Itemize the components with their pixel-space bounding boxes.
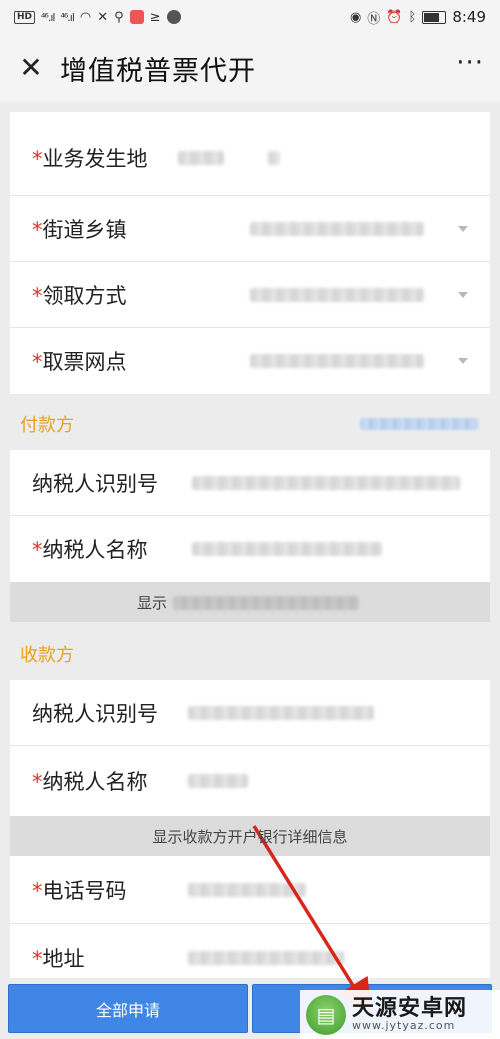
business-location-value	[178, 150, 224, 165]
payer-expand-blurred-text	[173, 596, 359, 610]
search-icon: ⚲	[114, 9, 124, 25]
pickup-point-placeholder	[250, 354, 424, 368]
payee-name-value	[188, 774, 248, 788]
business-location-row[interactable]: *业务发生地	[10, 120, 490, 196]
payer-name-row[interactable]: *纳税人名称	[10, 516, 490, 582]
signal-icon: ⁴⁶.ıl	[41, 10, 55, 24]
apply-all-button[interactable]: 全部申请	[8, 984, 248, 1033]
status-left: HD ⁴⁶.ıl ⁴⁶.ıl ◠ ✕ ⚲ ≥	[14, 10, 181, 25]
payee-expand-bank-button[interactable]: 显示收款方开户银行详细信息	[10, 816, 490, 856]
battery-icon	[422, 10, 447, 24]
payer-select-link[interactable]	[360, 418, 478, 430]
field-label: 纳税人识别号	[32, 701, 158, 726]
hd-badge: HD	[14, 10, 36, 24]
location-card: *业务发生地 *街道乡镇 *领取方式 *取票网点	[10, 112, 490, 394]
payee-card: 纳税人识别号 *纳税人名称 显示收款方开户银行详细信息 *电话号码 *地址	[10, 680, 490, 992]
payer-section-title: 付款方	[20, 415, 74, 436]
field-label: *纳税人名称	[32, 538, 148, 562]
missed-call-icon: ✕	[97, 9, 109, 25]
app-screen: HD ⁴⁶.ıl ⁴⁶.ıl ◠ ✕ ⚲ ≥ ◉ Ⓝ ⏰ ᛒ 8:49 ✕ 增值…	[0, 0, 500, 1039]
payer-name-input[interactable]	[192, 542, 382, 556]
payee-section-header: 收款方	[10, 628, 490, 680]
more-icon[interactable]: ···	[456, 48, 484, 88]
title-bar: ✕ 增值税普票代开 ···	[0, 34, 500, 102]
eye-icon: ◉	[349, 9, 362, 25]
bluetooth-icon: ᛒ	[408, 9, 417, 25]
caret-down-icon	[458, 225, 468, 232]
phone-value	[188, 882, 306, 897]
signal-icon-2: ⁴⁶.ıl	[60, 10, 74, 24]
caret-down-icon	[458, 291, 468, 298]
android-logo-icon: ▤	[306, 994, 346, 1035]
arrow-notification-icon: ≥	[149, 9, 161, 25]
payer-taxid-input[interactable]	[192, 475, 460, 490]
nfc-icon: Ⓝ	[367, 11, 381, 27]
form-content: *业务发生地 *街道乡镇 *领取方式 *取票网点 付款方 纳税人识别号 *纳税人…	[10, 112, 490, 992]
payee-taxid-row[interactable]: 纳税人识别号	[10, 680, 490, 746]
field-label: *领取方式	[32, 283, 127, 308]
street-town-row[interactable]: *街道乡镇	[10, 196, 490, 262]
pickup-method-placeholder	[250, 287, 424, 302]
close-icon[interactable]: ✕	[16, 53, 46, 83]
watermark-name: 天源安卓网	[352, 996, 468, 1022]
site-watermark: ▤ 天源安卓网 www.jytyaz.com	[300, 990, 500, 1039]
caret-down-icon	[458, 358, 468, 364]
field-label: *电话号码	[32, 878, 127, 903]
field-label: 纳税人识别号	[32, 471, 158, 496]
payee-section-title: 收款方	[20, 645, 74, 666]
business-location-value-2	[268, 150, 280, 165]
field-label: *业务发生地	[32, 146, 148, 171]
payee-name-row[interactable]: *纳税人名称	[10, 746, 490, 816]
pickup-point-row[interactable]: *取票网点	[10, 328, 490, 394]
page-title: 增值税普票代开	[60, 55, 256, 87]
field-label: *纳税人名称	[32, 770, 148, 794]
watermark-text: 天源安卓网 www.jytyaz.com	[352, 997, 467, 1032]
field-label: *地址	[32, 946, 85, 971]
field-label: *街道乡镇	[32, 217, 127, 242]
media-notification-icon	[166, 10, 181, 24]
phone-row[interactable]: *电话号码	[10, 856, 490, 924]
clock: 8:49	[452, 8, 486, 26]
payer-section-header: 付款方	[10, 398, 490, 450]
payer-expand-bank-button[interactable]: 显示	[10, 582, 490, 622]
watermark-url: www.jytyaz.com	[352, 1019, 456, 1033]
field-label: *取票网点	[32, 350, 127, 374]
pickup-method-row[interactable]: *领取方式	[10, 262, 490, 328]
payer-taxid-row[interactable]: 纳税人识别号	[10, 450, 490, 516]
status-right: ◉ Ⓝ ⏰ ᛒ 8:49	[350, 8, 486, 27]
app-notification-icon	[129, 10, 144, 24]
payer-card: 纳税人识别号 *纳税人名称 显示	[10, 450, 490, 622]
payee-taxid-value	[188, 705, 374, 720]
address-input[interactable]	[188, 950, 344, 965]
status-bar: HD ⁴⁶.ıl ⁴⁶.ıl ◠ ✕ ⚲ ≥ ◉ Ⓝ ⏰ ᛒ 8:49	[0, 0, 500, 34]
wifi-icon: ◠	[79, 9, 92, 25]
street-town-placeholder	[250, 221, 424, 236]
alarm-icon: ⏰	[386, 9, 403, 25]
